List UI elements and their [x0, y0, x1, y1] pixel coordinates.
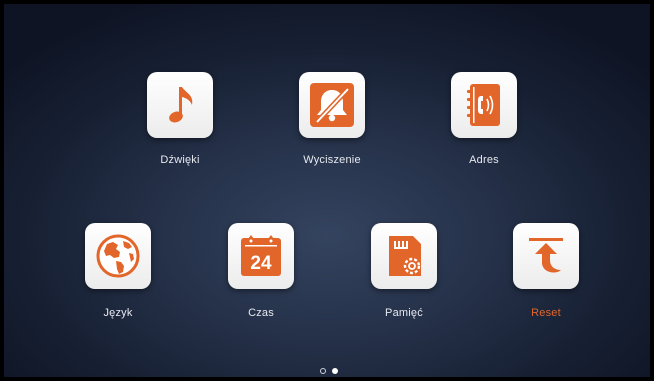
- page-dot-2-active[interactable]: [332, 368, 338, 374]
- reset-arrow-icon: [529, 238, 563, 273]
- sd-card-settings-icon: [389, 236, 421, 276]
- reset-label: Reset: [531, 307, 561, 319]
- settings-screen: Dźwięki Wyciszenie Adres Język 24 Czas P…: [4, 4, 650, 377]
- mute-label: Wyciszenie: [303, 154, 361, 166]
- time-label: Czas: [248, 307, 274, 319]
- address-tile[interactable]: [451, 72, 517, 138]
- time-tile[interactable]: 24: [228, 223, 294, 289]
- memory-label: Pamięć: [385, 307, 423, 319]
- globe-icon: [96, 234, 140, 278]
- mute-tile[interactable]: [299, 72, 365, 138]
- page-indicator: [320, 366, 338, 376]
- address-book-icon: [467, 84, 500, 126]
- sounds-tile[interactable]: [147, 72, 213, 138]
- reset-tile[interactable]: [513, 223, 579, 289]
- language-label: Język: [103, 307, 133, 319]
- memory-tile[interactable]: [371, 223, 437, 289]
- address-label: Adres: [469, 154, 499, 166]
- language-tile[interactable]: [85, 223, 151, 289]
- page-dot-1[interactable]: [320, 368, 326, 374]
- sounds-label: Dźwięki: [160, 154, 200, 166]
- calendar-day-text: 24: [250, 253, 272, 274]
- muted-bell-icon: [310, 83, 354, 127]
- calendar-icon: 24: [241, 235, 281, 276]
- music-note-icon: [169, 87, 193, 123]
